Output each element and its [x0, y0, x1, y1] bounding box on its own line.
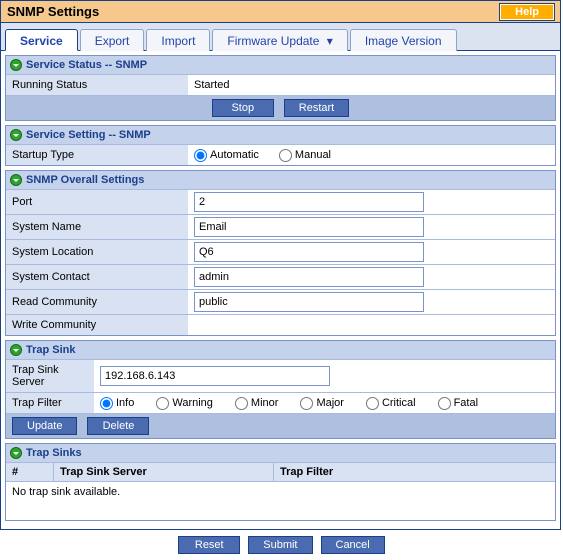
- collapse-icon: [10, 59, 22, 71]
- tab-firmware-update[interactable]: Firmware Update ▾: [212, 29, 347, 51]
- collapse-icon: [10, 129, 22, 141]
- label-system-location: System Location: [6, 240, 188, 264]
- radio-automatic-input[interactable]: [194, 149, 207, 162]
- service-status-button-row: Stop Restart: [6, 95, 555, 120]
- restart-button[interactable]: Restart: [284, 99, 349, 117]
- submit-button[interactable]: Submit: [248, 536, 312, 554]
- tab-import[interactable]: Import: [146, 29, 210, 51]
- radio-major-input[interactable]: [300, 397, 313, 410]
- col-trap-sink-server: Trap Sink Server: [54, 463, 274, 481]
- radio-minor-label: Minor: [251, 397, 279, 409]
- label-startup-type: Startup Type: [6, 145, 188, 165]
- label-system-name: System Name: [6, 215, 188, 239]
- port-input[interactable]: [194, 192, 424, 212]
- group-service-setting: Service Setting -- SNMP Startup Type Aut…: [5, 125, 556, 166]
- reset-button[interactable]: Reset: [178, 536, 240, 554]
- group-title: Service Status -- SNMP: [26, 59, 147, 71]
- label-system-contact: System Contact: [6, 265, 188, 289]
- tab-bar: Service Export Import Firmware Update ▾ …: [1, 23, 560, 51]
- table-header-row: # Trap Sink Server Trap Filter: [6, 462, 555, 481]
- group-trap-sinks-table: Trap Sinks # Trap Sink Server Trap Filte…: [5, 443, 556, 521]
- footer-button-row: Reset Submit Cancel: [0, 530, 563, 560]
- cancel-button[interactable]: Cancel: [321, 536, 385, 554]
- group-title: Service Setting -- SNMP: [26, 129, 151, 141]
- collapse-icon: [10, 344, 22, 356]
- radio-fatal-label: Fatal: [454, 397, 478, 409]
- radio-critical[interactable]: Critical: [366, 397, 416, 410]
- label-read-community: Read Community: [6, 290, 188, 314]
- radio-minor-input[interactable]: [235, 397, 248, 410]
- group-trap-sink: Trap Sink Trap Sink Server Trap Filter I…: [5, 340, 556, 439]
- radio-manual-input[interactable]: [279, 149, 292, 162]
- update-button[interactable]: Update: [12, 417, 77, 435]
- help-button[interactable]: Help: [500, 4, 554, 20]
- group-header-service-status[interactable]: Service Status -- SNMP: [6, 56, 555, 74]
- delete-button[interactable]: Delete: [87, 417, 149, 435]
- system-name-input[interactable]: [194, 217, 424, 237]
- tab-firmware-label: Firmware Update: [227, 34, 319, 48]
- group-header-trap-sinks[interactable]: Trap Sinks: [6, 444, 555, 462]
- trap-sink-server-input[interactable]: [100, 366, 330, 386]
- radio-warning-input[interactable]: [156, 397, 169, 410]
- radio-major[interactable]: Major: [300, 397, 344, 410]
- label-running-status: Running Status: [6, 75, 188, 95]
- radio-minor[interactable]: Minor: [235, 397, 279, 410]
- group-header-service-setting[interactable]: Service Setting -- SNMP: [6, 126, 555, 144]
- radio-critical-label: Critical: [382, 397, 416, 409]
- label-port: Port: [6, 190, 188, 214]
- group-service-status: Service Status -- SNMP Running Status St…: [5, 55, 556, 121]
- radio-info-input[interactable]: [100, 397, 113, 410]
- tab-service[interactable]: Service: [5, 29, 78, 51]
- col-number: #: [6, 463, 54, 481]
- title-bar: SNMP Settings Help: [1, 1, 560, 23]
- radio-critical-input[interactable]: [366, 397, 379, 410]
- radio-major-label: Major: [316, 397, 344, 409]
- collapse-icon: [10, 447, 22, 459]
- group-title: SNMP Overall Settings: [26, 174, 144, 186]
- chevron-down-icon: ▾: [327, 34, 333, 48]
- tab-export[interactable]: Export: [80, 29, 145, 51]
- radio-automatic-label: Automatic: [210, 149, 259, 161]
- group-header-overall-settings[interactable]: SNMP Overall Settings: [6, 171, 555, 189]
- group-overall-settings: SNMP Overall Settings Port System Name S…: [5, 170, 556, 336]
- read-community-input[interactable]: [194, 292, 424, 312]
- tab-image-version[interactable]: Image Version: [350, 29, 457, 51]
- radio-fatal[interactable]: Fatal: [438, 397, 478, 410]
- radio-automatic[interactable]: Automatic: [194, 149, 259, 162]
- radio-warning-label: Warning: [172, 397, 213, 409]
- label-trap-sink-server: Trap Sink Server: [6, 360, 94, 392]
- value-running-status: Started: [188, 75, 555, 95]
- stop-button[interactable]: Stop: [212, 99, 274, 117]
- radio-fatal-input[interactable]: [438, 397, 451, 410]
- value-write-community: [188, 315, 555, 335]
- col-trap-filter: Trap Filter: [274, 463, 555, 481]
- radio-info-label: Info: [116, 397, 134, 409]
- system-location-input[interactable]: [194, 242, 424, 262]
- group-title: Trap Sinks: [26, 447, 82, 459]
- label-write-community: Write Community: [6, 315, 188, 335]
- trap-sink-button-row: Update Delete: [6, 413, 555, 438]
- radio-manual[interactable]: Manual: [279, 149, 331, 162]
- table-empty-message: No trap sink available.: [6, 481, 555, 520]
- radio-info[interactable]: Info: [100, 397, 134, 410]
- radio-warning[interactable]: Warning: [156, 397, 213, 410]
- label-trap-filter: Trap Filter: [6, 393, 94, 413]
- group-header-trap-sink[interactable]: Trap Sink: [6, 341, 555, 359]
- page-title: SNMP Settings: [7, 4, 99, 19]
- collapse-icon: [10, 174, 22, 186]
- radio-manual-label: Manual: [295, 149, 331, 161]
- system-contact-input[interactable]: [194, 267, 424, 287]
- group-title: Trap Sink: [26, 344, 76, 356]
